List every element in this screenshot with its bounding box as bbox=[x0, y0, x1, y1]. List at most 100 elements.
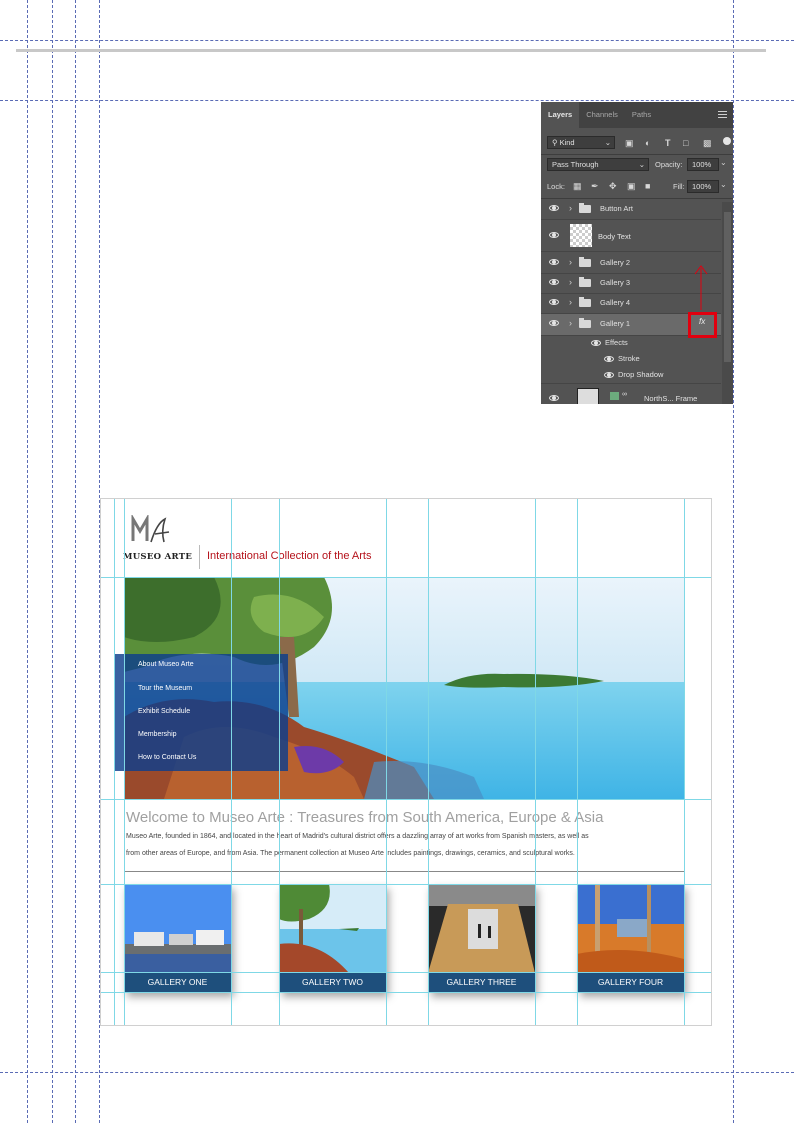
lock-image-pixels-icon[interactable]: ✒ bbox=[591, 181, 599, 191]
gallery-one-image bbox=[124, 884, 231, 973]
layer-name: Gallery 1 bbox=[600, 319, 631, 328]
layer-thumbnail bbox=[577, 388, 599, 404]
folder-icon bbox=[579, 297, 591, 307]
nav-about[interactable]: About Museo Arte bbox=[138, 661, 194, 668]
eye-icon[interactable] bbox=[604, 356, 614, 362]
chevron-down-icon[interactable]: ⌄ bbox=[720, 180, 727, 189]
layer-northshore-frame[interactable]: ∞ NorthS... Frame bbox=[541, 384, 721, 404]
website-mockup: MUSEO ARTE International Collection of t… bbox=[100, 498, 712, 1026]
fill-input[interactable]: 100% bbox=[687, 180, 719, 193]
folder-icon bbox=[579, 318, 591, 328]
kind-filter-select[interactable]: ⚲ Kind ⌄ bbox=[547, 136, 615, 149]
layer-button-art[interactable]: › Button Art bbox=[541, 200, 721, 220]
gallery-two-label: GALLERY TWO bbox=[279, 973, 386, 992]
eye-icon[interactable] bbox=[604, 372, 614, 378]
layer-name: NorthS... Frame bbox=[644, 394, 698, 403]
chevron-down-icon: ⌄ bbox=[604, 138, 611, 147]
smart-object-icon bbox=[610, 392, 619, 400]
guide-horizontal bbox=[0, 100, 794, 101]
eye-icon[interactable] bbox=[549, 259, 559, 265]
guide-vertical bbox=[733, 0, 734, 1123]
eye-icon[interactable] bbox=[549, 205, 559, 211]
lock-artboard-icon[interactable]: ▣ bbox=[627, 181, 636, 191]
gallery-one-label: GALLERY ONE bbox=[124, 973, 231, 992]
guide-horizontal bbox=[0, 40, 794, 41]
nav-tour[interactable]: Tour the Museum bbox=[138, 685, 192, 692]
layers-scrollbar[interactable] bbox=[722, 202, 733, 404]
lock-all-icon[interactable]: ■ bbox=[645, 181, 650, 191]
effect-name: Drop Shadow bbox=[618, 370, 664, 379]
site-nav-menu: About Museo Arte Tour the Museum Exhibit… bbox=[115, 654, 288, 771]
layer-name: Button Art bbox=[600, 204, 633, 213]
nav-contact[interactable]: How to Contact Us bbox=[138, 754, 196, 761]
effect-name: Stroke bbox=[618, 354, 640, 363]
adjustment-filter-icon[interactable]: ◐ bbox=[645, 138, 650, 148]
shape-filter-icon[interactable]: □ bbox=[683, 138, 688, 148]
effects-row[interactable]: Effects bbox=[541, 336, 721, 352]
fx-highlight-box bbox=[688, 312, 717, 338]
eye-icon[interactable] bbox=[549, 299, 559, 305]
nav-exhibit-schedule[interactable]: Exhibit Schedule bbox=[138, 708, 190, 715]
folder-icon bbox=[579, 277, 591, 287]
panel-tabs: Layers Channels Paths bbox=[541, 102, 733, 128]
pixel-filter-icon[interactable]: ▣ bbox=[625, 138, 634, 148]
header-rule bbox=[16, 49, 766, 52]
chevron-down-icon: ⌄ bbox=[638, 160, 645, 169]
effects-label: Effects bbox=[605, 338, 628, 347]
layers-panel: Layers Channels Paths ⚲ Kind ⌄ ▣ ◐ T □ ▩… bbox=[541, 102, 733, 404]
gallery-three-image bbox=[428, 884, 535, 973]
tab-paths[interactable]: Paths bbox=[625, 102, 658, 128]
folder-icon bbox=[579, 257, 591, 267]
effect-stroke[interactable]: Stroke bbox=[541, 352, 721, 368]
eye-icon[interactable] bbox=[549, 232, 559, 238]
effect-drop-shadow[interactable]: Drop Shadow bbox=[541, 368, 721, 384]
museo-arte-logo-icon bbox=[131, 515, 170, 543]
gallery-four-label: GALLERY FOUR bbox=[577, 973, 684, 992]
fill-label: Fill: bbox=[673, 182, 685, 191]
nav-membership[interactable]: Membership bbox=[138, 731, 177, 738]
tab-layers[interactable]: Layers bbox=[541, 102, 580, 128]
eye-icon[interactable] bbox=[591, 340, 601, 346]
divider bbox=[541, 154, 733, 155]
eye-icon[interactable] bbox=[549, 320, 559, 326]
welcome-headline: Welcome to Museo Arte : Treasures from S… bbox=[126, 809, 604, 826]
chevron-right-icon[interactable]: › bbox=[569, 318, 572, 328]
tab-channels[interactable]: Channels bbox=[579, 102, 625, 128]
guide-line bbox=[101, 992, 711, 993]
chevron-right-icon[interactable]: › bbox=[569, 203, 572, 213]
gallery-two-card[interactable]: GALLERY TWO bbox=[279, 884, 386, 992]
logo-wordmark: MUSEO ARTE bbox=[123, 552, 193, 562]
guide-horizontal bbox=[0, 1072, 794, 1073]
logo-divider bbox=[199, 545, 200, 569]
opacity-label: Opacity: bbox=[655, 160, 683, 169]
chevron-right-icon[interactable]: › bbox=[569, 297, 572, 307]
gallery-one-card[interactable]: GALLERY ONE bbox=[124, 884, 231, 992]
content-divider bbox=[124, 871, 685, 872]
chevron-down-icon[interactable]: ⌄ bbox=[720, 158, 727, 167]
smart-object-filter-icon[interactable]: ▩ bbox=[703, 138, 712, 148]
layer-thumbnail bbox=[570, 224, 592, 247]
chevron-right-icon[interactable]: › bbox=[569, 257, 572, 267]
layer-name: Gallery 2 bbox=[600, 258, 631, 267]
eye-icon[interactable] bbox=[549, 279, 559, 285]
layer-name: Body Text bbox=[598, 232, 631, 241]
gallery-four-card[interactable]: GALLERY FOUR bbox=[577, 884, 684, 992]
filter-toggle-icon[interactable] bbox=[723, 137, 731, 145]
lock-transparent-pixels-icon[interactable]: ▦ bbox=[573, 181, 582, 191]
kind-filter-label: Kind bbox=[559, 138, 575, 147]
guide-vertical bbox=[52, 0, 53, 1123]
lock-position-icon[interactable]: ✥ bbox=[609, 181, 617, 191]
eye-icon[interactable] bbox=[549, 395, 559, 401]
type-filter-icon[interactable]: T bbox=[665, 138, 671, 148]
gallery-three-label: GALLERY THREE bbox=[428, 973, 535, 992]
lock-label: Lock: bbox=[547, 182, 565, 191]
chevron-right-icon[interactable]: › bbox=[569, 277, 572, 287]
layer-body-text[interactable]: Body Text bbox=[541, 220, 721, 252]
opacity-input[interactable]: 100% bbox=[687, 158, 719, 171]
guide-vertical bbox=[75, 0, 76, 1123]
blend-mode-select[interactable]: Pass Through ⌄ bbox=[547, 158, 649, 171]
gallery-three-card[interactable]: GALLERY THREE bbox=[428, 884, 535, 992]
gallery-two-image bbox=[279, 884, 386, 973]
guide-line bbox=[101, 799, 711, 800]
panel-menu-icon[interactable] bbox=[718, 111, 727, 120]
